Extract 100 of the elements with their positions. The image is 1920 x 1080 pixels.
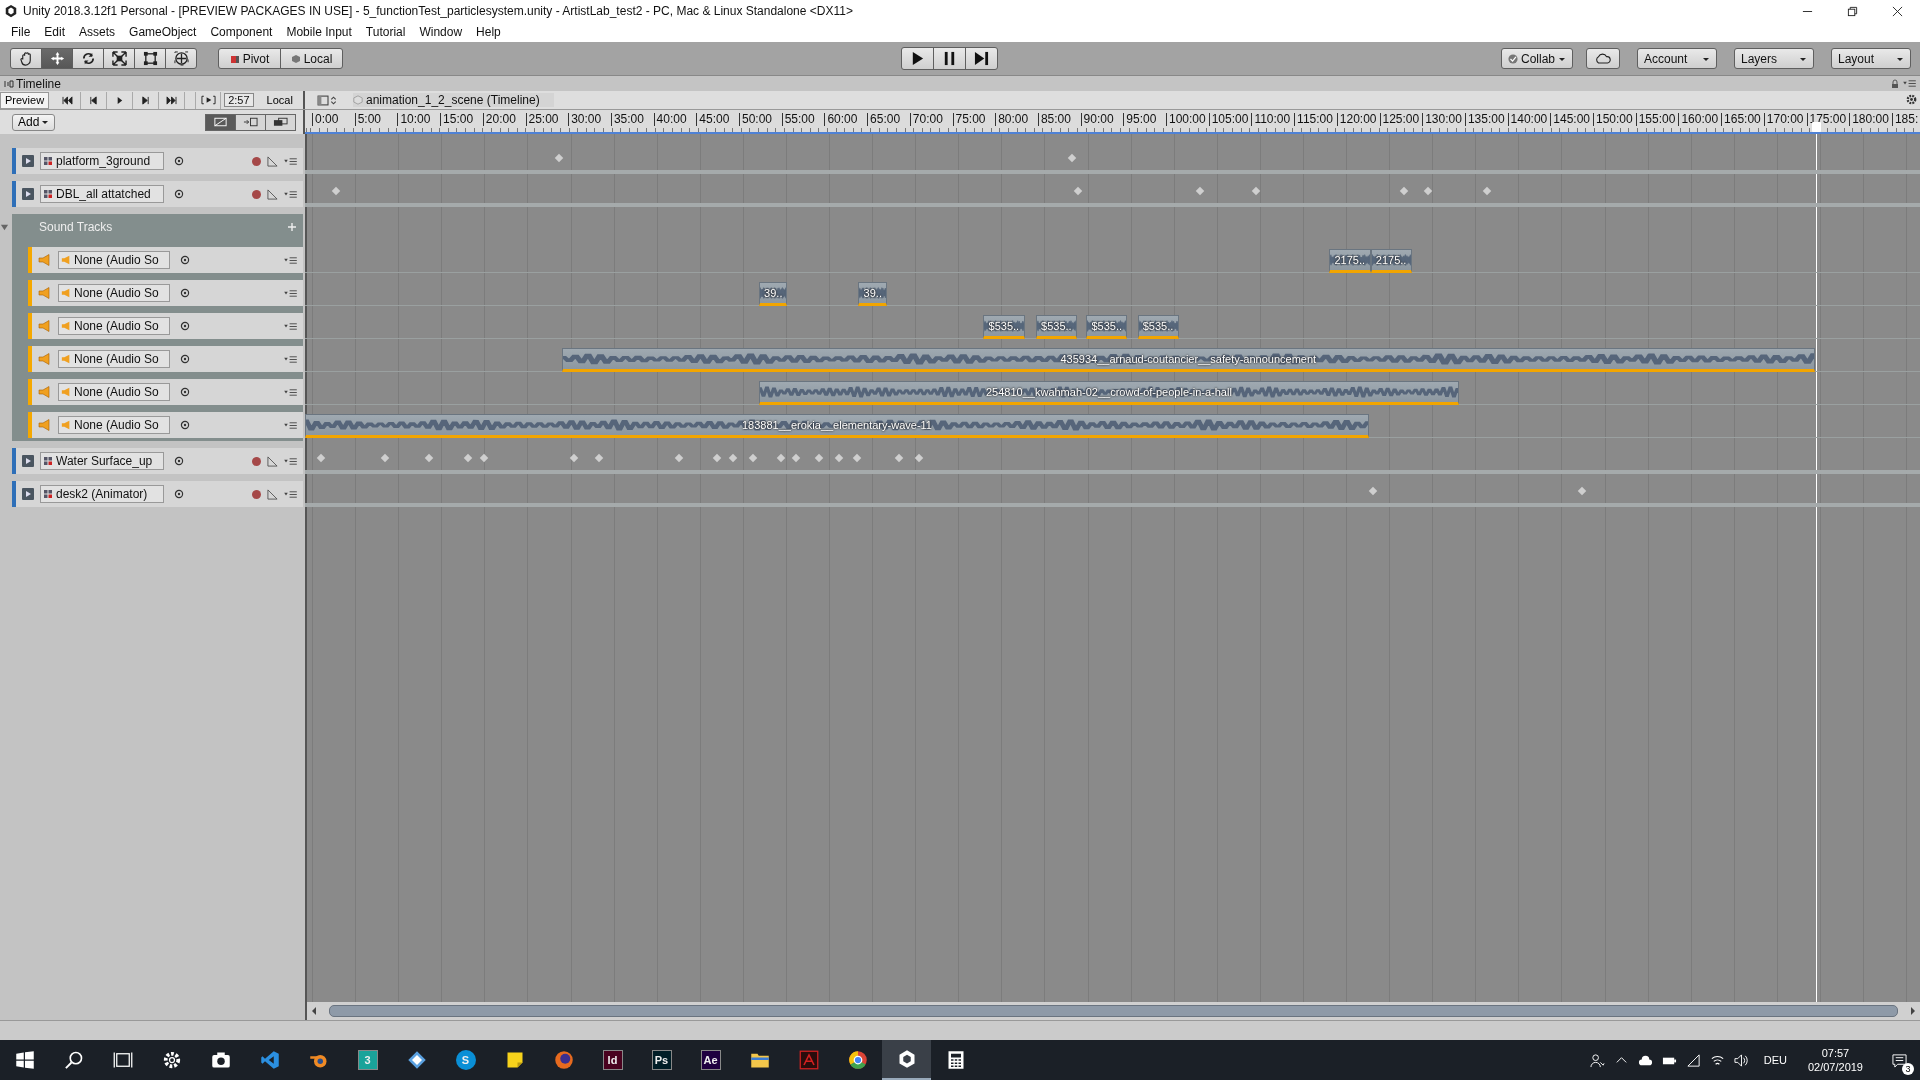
audio-track-header[interactable]: None (Audio So	[28, 379, 303, 405]
time-ruler[interactable]	[305, 110, 1920, 134]
rect-tool-button[interactable]	[134, 48, 166, 69]
track-menu-icon[interactable]	[284, 288, 297, 298]
audio-track-header[interactable]: None (Audio So	[28, 280, 303, 306]
menu-item[interactable]: Window	[412, 25, 470, 39]
target-icon[interactable]	[174, 489, 184, 499]
menu-item[interactable]: File	[4, 25, 38, 39]
record-button[interactable]	[252, 456, 261, 466]
target-icon[interactable]	[180, 321, 190, 331]
target-icon[interactable]	[174, 456, 184, 466]
menu-item[interactable]: Mobile Input	[279, 25, 359, 39]
scrollbar-thumb[interactable]	[329, 1005, 1898, 1017]
view-toggle-icon[interactable]	[317, 94, 339, 106]
audio-clip[interactable]: 183881__erokia__elementary-wave-11	[305, 414, 1369, 438]
menu-icon[interactable]	[1903, 79, 1916, 88]
preview-button[interactable]: Preview	[0, 91, 50, 109]
track-menu-icon[interactable]	[284, 156, 297, 166]
target-icon[interactable]	[174, 156, 184, 166]
mix-mode-button[interactable]	[205, 113, 236, 131]
menu-item[interactable]: Tutorial	[358, 25, 413, 39]
audio-clip[interactable]: 2175..	[1328, 249, 1371, 273]
collab-button[interactable]: Collab	[1500, 48, 1573, 69]
taskbar-app-button[interactable]: Id	[588, 1040, 637, 1080]
timeline-tab[interactable]: Timeline	[4, 76, 61, 91]
local-button[interactable]: Local	[280, 48, 343, 69]
curves-icon[interactable]	[267, 155, 278, 167]
track-menu-icon[interactable]	[284, 456, 297, 466]
audio-clip[interactable]: 435934__arnaud-coutancier__safety-announcement	[561, 348, 1815, 372]
taskbar-app-button[interactable]: Ps	[637, 1040, 686, 1080]
time-field[interactable]: 2:57	[224, 93, 254, 107]
record-button[interactable]	[252, 189, 261, 199]
pivot-button[interactable]: Pivot	[218, 48, 281, 69]
rotate-tool-button[interactable]	[72, 48, 104, 69]
audio-track-header[interactable]: None (Audio So	[28, 313, 303, 339]
menu-item[interactable]: Edit	[37, 25, 73, 39]
move-tool-button[interactable]	[41, 48, 73, 69]
audio-source-field[interactable]: None (Audio So	[58, 350, 170, 368]
play-range-button[interactable]	[195, 91, 222, 109]
audio-source-field[interactable]: None (Audio So	[58, 317, 170, 335]
ripple-mode-button[interactable]	[235, 113, 266, 131]
track-menu-icon[interactable]	[284, 420, 297, 430]
audio-clip[interactable]: $535..	[1035, 315, 1077, 339]
add-icon[interactable]	[287, 222, 297, 232]
audio-clip[interactable]: $535..	[1086, 315, 1128, 339]
audio-clip[interactable]: $535..	[982, 315, 1025, 339]
replace-mode-button[interactable]	[265, 113, 296, 131]
input-language[interactable]: DEU	[1763, 1054, 1787, 1066]
playhead-handle[interactable]	[1811, 122, 1821, 132]
clock[interactable]: 07:57 02/07/2019	[1807, 1046, 1863, 1074]
cloud-button[interactable]	[1586, 48, 1620, 69]
menu-item[interactable]: GameObject	[122, 25, 204, 39]
scroll-left-icon[interactable]	[311, 1007, 317, 1015]
keyframe-icon[interactable]	[569, 453, 579, 463]
target-icon[interactable]	[180, 288, 190, 298]
track-menu-icon[interactable]	[284, 255, 297, 265]
notifications-button[interactable]: 3	[1884, 1045, 1914, 1075]
step-button[interactable]	[965, 47, 998, 70]
curves-icon[interactable]	[267, 455, 278, 467]
object-field[interactable]: platform_3ground	[40, 152, 164, 170]
animation-track-header[interactable]: DBL_all attatched	[12, 181, 303, 207]
collapse-arrow-icon[interactable]	[0, 222, 9, 232]
audio-source-field[interactable]: None (Audio So	[58, 284, 170, 302]
target-icon[interactable]	[180, 420, 190, 430]
menu-item[interactable]: Help	[469, 25, 508, 39]
menu-item[interactable]: Assets	[72, 25, 123, 39]
target-icon[interactable]	[180, 255, 190, 265]
hand-tool-button[interactable]	[10, 48, 42, 69]
taskbar-app-button[interactable]: Ae	[686, 1040, 735, 1080]
record-button[interactable]	[252, 489, 261, 499]
curves-icon[interactable]	[267, 488, 278, 500]
layout-dropdown[interactable]: Layout	[1831, 48, 1911, 69]
menu-item[interactable]: Component	[203, 25, 280, 39]
track-menu-icon[interactable]	[284, 387, 297, 397]
audio-clip[interactable]: 39..	[759, 282, 788, 306]
audio-source-field[interactable]: None (Audio So	[58, 383, 170, 401]
animation-track-header[interactable]: desk2 (Animator)	[12, 481, 303, 507]
keyframe-icon[interactable]	[1252, 186, 1261, 196]
taskbar-app-button[interactable]	[882, 1040, 931, 1080]
settings-icon[interactable]	[1905, 93, 1918, 106]
audio-source-field[interactable]: None (Audio So	[58, 251, 170, 269]
record-button[interactable]	[252, 156, 261, 166]
track-menu-icon[interactable]	[284, 189, 297, 199]
target-icon[interactable]	[180, 354, 190, 364]
track-menu-icon[interactable]	[284, 489, 297, 499]
network-icon[interactable]	[1685, 1052, 1701, 1068]
transform-tool-button[interactable]	[165, 48, 197, 69]
track-menu-icon[interactable]	[284, 321, 297, 331]
scale-tool-button[interactable]	[103, 48, 135, 69]
pause-button[interactable]	[933, 47, 966, 70]
track-menu-icon[interactable]	[284, 354, 297, 364]
play-button[interactable]	[901, 47, 934, 70]
audio-track-header[interactable]: None (Audio So	[28, 412, 303, 438]
audio-source-field[interactable]: None (Audio So	[58, 416, 170, 434]
volume-icon[interactable]	[1733, 1052, 1749, 1068]
layers-dropdown[interactable]: Layers	[1734, 48, 1814, 69]
audio-track-header[interactable]: None (Audio So	[28, 346, 303, 372]
animation-track-header[interactable]: platform_3ground	[12, 148, 303, 174]
object-field[interactable]: Water Surface_up	[40, 452, 164, 470]
audio-clip[interactable]: 254810__kwahmah-02__crowd-of-people-in-a-hall	[759, 381, 1459, 405]
